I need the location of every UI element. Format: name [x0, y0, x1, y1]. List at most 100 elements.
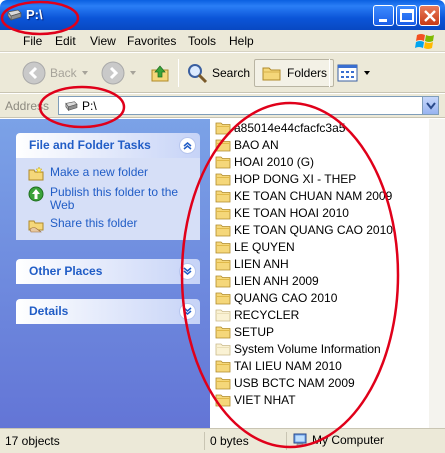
list-item[interactable]: LE QUYEN: [215, 239, 295, 255]
details-header[interactable]: Details: [16, 299, 200, 324]
chevron-down-icon: [183, 307, 192, 315]
list-item[interactable]: TAI LIEU NAM 2010: [215, 358, 342, 374]
list-item[interactable]: SETUP: [215, 324, 274, 340]
task-share-folder[interactable]: Share this folder: [28, 217, 188, 233]
list-item[interactable]: System Volume Information: [215, 341, 381, 357]
toolbar-separator: [178, 59, 179, 87]
task-make-new-folder[interactable]: Make a new folder: [28, 166, 188, 182]
folder-icon: [215, 207, 231, 220]
status-size: 0 bytes: [205, 432, 287, 450]
minimize-button[interactable]: [373, 5, 394, 26]
folder-icon: [215, 326, 231, 339]
maximize-button[interactable]: [396, 5, 417, 26]
list-item[interactable]: LIEN ANH: [215, 256, 289, 272]
file-name: KE TOAN HOAI 2010: [234, 206, 349, 220]
file-name: RECYCLER: [234, 308, 300, 322]
views-button[interactable]: [337, 59, 371, 87]
drive-icon: [7, 9, 22, 22]
back-arrow-icon: [22, 61, 46, 85]
file-name: KE TOAN CHUAN NAM 2009: [234, 189, 393, 203]
address-input[interactable]: P:\: [58, 96, 439, 115]
folder-icon: [215, 292, 231, 305]
menu-favorites[interactable]: Favorites: [127, 34, 176, 48]
folders-button[interactable]: Folders: [254, 59, 335, 87]
address-dropdown-button[interactable]: [422, 97, 438, 114]
folder-icon: [215, 156, 231, 169]
forward-arrow-icon: [101, 61, 125, 85]
panel-title: File and Folder Tasks: [29, 138, 151, 152]
toolbar-separator: [329, 59, 330, 87]
folder-icon: [215, 122, 231, 135]
chevron-down-icon: [81, 71, 88, 75]
list-item[interactable]: KE TOAN CHUAN NAM 2009: [215, 188, 392, 204]
maximize-icon: [400, 9, 414, 22]
chevron-down-icon: [183, 267, 192, 275]
folder-icon: [215, 343, 231, 356]
task-label: Make a new folder: [50, 165, 149, 179]
list-item[interactable]: USB BCTC NAM 2009: [215, 375, 355, 391]
drive-icon: [65, 101, 78, 112]
close-button[interactable]: [419, 5, 440, 26]
file-folder-tasks-header[interactable]: File and Folder Tasks: [16, 133, 200, 158]
menu-help[interactable]: Help: [229, 34, 254, 48]
menu-file[interactable]: File: [23, 34, 42, 48]
list-item[interactable]: VIET NHAT: [215, 392, 296, 408]
views-icon: [337, 64, 358, 82]
address-label: Address: [5, 99, 50, 113]
address-value: P:\: [82, 99, 97, 113]
file-name: KE TOAN QUANG CAO 2010: [234, 223, 393, 237]
file-name: LIEN ANH 2009: [234, 274, 319, 288]
status-location-label: My Computer: [312, 433, 385, 447]
chevron-down-icon: [130, 71, 136, 75]
vertical-scroll-area[interactable]: [429, 119, 445, 428]
list-item[interactable]: LIEN ANH 2009: [215, 273, 319, 289]
list-item[interactable]: a85014e44cfacfc3a5: [215, 120, 345, 136]
minimize-icon: [379, 19, 387, 22]
folder-icon: [215, 360, 231, 373]
other-places-header[interactable]: Other Places: [16, 259, 200, 284]
list-item[interactable]: QUANG CAO 2010: [215, 290, 337, 306]
file-name: SETUP: [234, 325, 275, 339]
menu-bar: File Edit View Favorites Tools Help: [0, 30, 445, 52]
list-item[interactable]: BAO AN: [215, 137, 279, 153]
search-icon: [188, 64, 208, 84]
file-name: BAO AN: [234, 138, 279, 152]
list-item[interactable]: HOAI 2010 (G): [215, 154, 314, 170]
menu-tools[interactable]: Tools: [188, 34, 216, 48]
chevron-down-icon: [426, 102, 436, 110]
file-name: LE QUYEN: [234, 240, 295, 254]
close-icon: [424, 10, 436, 22]
toolbar: Back Search Folders: [0, 53, 445, 93]
list-item[interactable]: HOP DONG XI - THEP: [215, 171, 356, 187]
file-name: USB BCTC NAM 2009: [234, 376, 355, 390]
file-name: a85014e44cfacfc3a5: [234, 121, 346, 135]
list-item[interactable]: KE TOAN HOAI 2010: [215, 205, 349, 221]
windows-logo-icon: [415, 34, 434, 49]
folder-icon: [215, 241, 231, 254]
menu-view[interactable]: View: [90, 34, 116, 48]
list-item[interactable]: KE TOAN QUANG CAO 2010: [215, 222, 393, 238]
status-object-count: 17 objects: [0, 432, 205, 450]
folders-label: Folders: [287, 66, 328, 80]
task-publish-folder[interactable]: Publish this folder to the Web: [28, 186, 193, 212]
search-label: Search: [212, 66, 251, 80]
status-location: My Computer: [287, 432, 427, 450]
file-list: a85014e44cfacfc3a5 BAO AN HOAI 2010 (G) …: [210, 119, 429, 428]
folder-icon: [215, 275, 231, 288]
expand-button[interactable]: [179, 263, 196, 280]
list-item[interactable]: RECYCLER: [215, 307, 299, 323]
file-name: VIET NHAT: [234, 393, 296, 407]
menu-edit[interactable]: Edit: [55, 34, 76, 48]
back-button[interactable]: Back: [22, 59, 89, 87]
file-name: LIEN ANH: [234, 257, 289, 271]
expand-button[interactable]: [179, 303, 196, 320]
collapse-button[interactable]: [179, 137, 196, 154]
folder-icon: [215, 394, 231, 407]
up-folder-button[interactable]: [149, 59, 171, 87]
title-bar[interactable]: P:\: [0, 0, 445, 30]
folder-icon: [215, 224, 231, 237]
forward-button[interactable]: [101, 59, 137, 87]
file-name: System Volume Information: [234, 342, 381, 356]
search-button[interactable]: Search: [186, 59, 250, 87]
my-computer-icon: [293, 433, 307, 447]
